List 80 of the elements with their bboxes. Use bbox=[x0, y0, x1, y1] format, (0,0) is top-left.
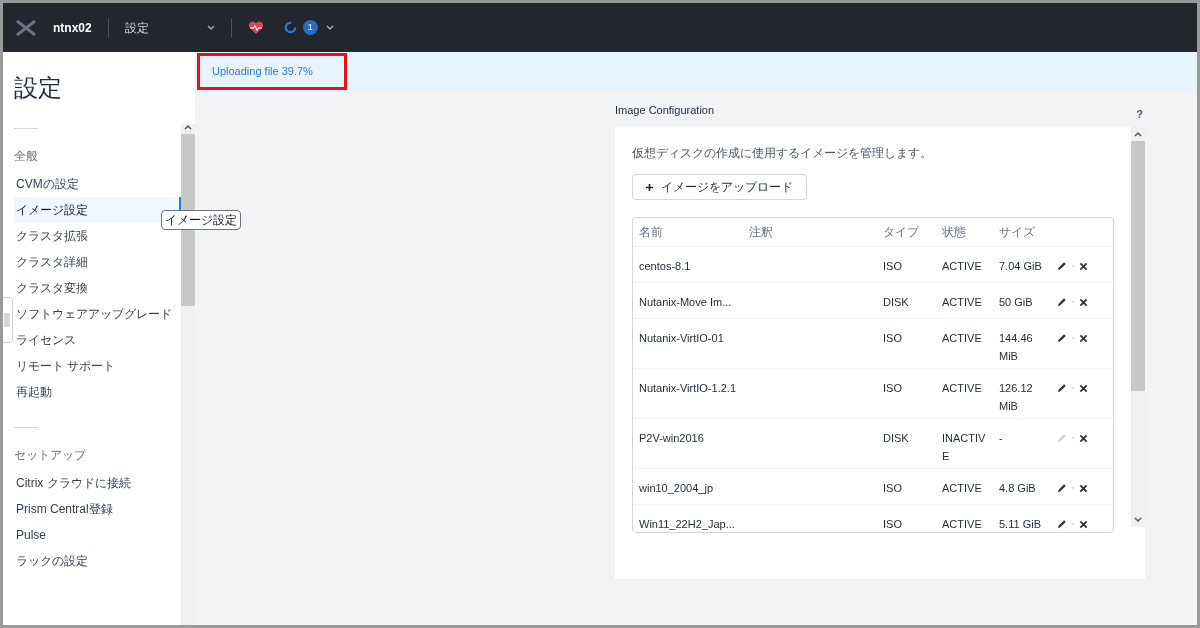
page-title: 設定 bbox=[14, 73, 63, 103]
table-cell-text: Nutanix-VirtIO-1.2.1 bbox=[639, 381, 737, 396]
table-cell-text: DISK bbox=[883, 431, 910, 446]
table-cell-text: ISO bbox=[883, 259, 903, 274]
column-header: 名前 bbox=[639, 224, 664, 241]
panel-title: Image Configuration bbox=[615, 102, 715, 118]
column-header: サイズ bbox=[999, 224, 1036, 241]
table-cell-text: win10_2004_jp bbox=[639, 481, 714, 496]
help-icon[interactable]: ? bbox=[1136, 105, 1143, 123]
column-header: タイプ bbox=[883, 224, 921, 241]
chevron-down-icon[interactable] bbox=[206, 24, 215, 31]
sidebar-item[interactable]: ライセンス bbox=[14, 327, 181, 353]
logo-icon[interactable] bbox=[15, 19, 37, 36]
sidebar-item[interactable]: Prism Central登録 bbox=[14, 496, 181, 522]
edit-icon[interactable] bbox=[1057, 483, 1067, 493]
table-cell-text: Nutanix-Move Im... bbox=[639, 295, 733, 310]
chevron-up-icon[interactable] bbox=[184, 124, 192, 130]
tooltip: イメージ設定 bbox=[161, 210, 241, 230]
close-icon[interactable] bbox=[1079, 383, 1088, 393]
table-cell-text: ACTIVE bbox=[942, 331, 983, 346]
table-cell-text: - bbox=[999, 431, 1004, 446]
edit-icon[interactable] bbox=[1057, 519, 1067, 529]
table-cell-text: 5.11 GiB bbox=[999, 517, 1042, 532]
sidebar-item[interactable]: ラックの設定 bbox=[14, 548, 181, 574]
close-icon[interactable] bbox=[1079, 483, 1088, 493]
collapse-handle[interactable] bbox=[3, 297, 13, 343]
table-cell-text: DISK bbox=[883, 295, 910, 310]
table-cell-text: 126.12 MiB bbox=[999, 381, 1034, 414]
upload-button[interactable]: イメージをアップロード bbox=[632, 174, 807, 200]
edit-icon[interactable] bbox=[1057, 333, 1067, 343]
table-cell-text: Win11_22H2_Jap... bbox=[639, 517, 736, 532]
edit-icon[interactable] bbox=[1057, 261, 1067, 271]
page-selector[interactable]: 設定 bbox=[124, 18, 207, 37]
table-cell-text: P2V-win2016 bbox=[639, 431, 705, 446]
table-cell-text: ISO bbox=[883, 517, 903, 532]
table-cell-text: 7.04 GiB bbox=[999, 259, 1043, 274]
table-cell-text: 4.8 GiB bbox=[999, 481, 1037, 496]
table-cell-text: 144.46 MiB bbox=[999, 331, 1034, 364]
table-cell-text: ACTIVE bbox=[942, 295, 983, 310]
close-icon[interactable] bbox=[1079, 297, 1088, 307]
close-icon[interactable] bbox=[1079, 519, 1088, 529]
column-header: 状態 bbox=[942, 224, 967, 241]
section-heading: セットアップ bbox=[14, 447, 88, 464]
table-cell-text: Nutanix-VirtIO-01 bbox=[639, 331, 725, 346]
sidebar-item[interactable]: リモート サポート bbox=[14, 353, 181, 379]
upload-progress-text: Uploading file 39.7% bbox=[197, 53, 347, 90]
table-cell-text: ACTIVE bbox=[942, 517, 983, 532]
table-cell-text: ISO bbox=[883, 481, 903, 496]
close-icon[interactable] bbox=[1079, 333, 1088, 343]
close-icon[interactable] bbox=[1079, 261, 1088, 271]
sidebar-item[interactable]: クラスタ詳細 bbox=[14, 249, 181, 275]
table-cell-text: ACTIVE bbox=[942, 381, 983, 396]
sidebar-item[interactable]: CVMの設定 bbox=[14, 171, 181, 197]
health-heart-icon[interactable] bbox=[247, 20, 264, 35]
plus-icon bbox=[646, 183, 653, 191]
sidebar-item[interactable]: 再起動 bbox=[14, 379, 181, 405]
task-count-badge[interactable]: 1 bbox=[302, 20, 318, 35]
scrollbar[interactable] bbox=[1131, 127, 1145, 527]
description-text: 仮想ディスクの作成に使用するイメージを管理します。 bbox=[632, 145, 933, 162]
close-icon[interactable] bbox=[1079, 433, 1088, 443]
table-cell-text: INACTIVE bbox=[942, 431, 987, 464]
chevron-down-icon[interactable] bbox=[325, 24, 334, 31]
section-heading: 全般 bbox=[14, 148, 39, 165]
sidebar-item[interactable]: ソフトウェアアップグレード bbox=[14, 301, 181, 327]
table-cell-text: ACTIVE bbox=[942, 481, 983, 496]
column-header: 注釈 bbox=[749, 224, 774, 241]
chevron-down-icon[interactable] bbox=[1134, 517, 1142, 523]
table-cell-text: 50 GiB bbox=[999, 295, 1034, 310]
sidebar-item[interactable]: クラスタ変換 bbox=[14, 275, 181, 301]
chevron-up-icon[interactable] bbox=[1134, 131, 1142, 137]
edit-icon[interactable] bbox=[1057, 383, 1067, 393]
spinner-icon[interactable] bbox=[283, 21, 297, 34]
table-cell-text: ISO bbox=[883, 381, 903, 396]
sidebar-item[interactable]: Citrix クラウドに接続 bbox=[14, 470, 181, 496]
table-cell-text: ACTIVE bbox=[942, 259, 983, 274]
table-cell-text: centos-8.1 bbox=[639, 259, 692, 274]
table-cell-text: ISO bbox=[883, 331, 903, 346]
cluster-name[interactable]: ntnx02 bbox=[53, 18, 92, 37]
edit-icon[interactable] bbox=[1057, 297, 1067, 307]
sidebar-item[interactable]: Pulse bbox=[14, 522, 181, 548]
